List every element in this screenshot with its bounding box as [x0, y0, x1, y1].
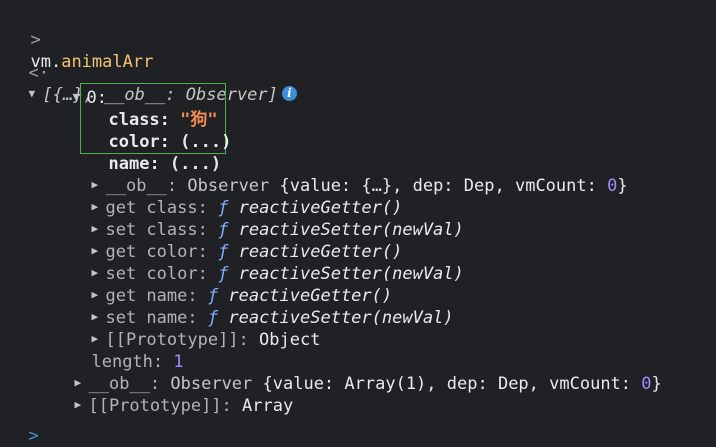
accessor-row[interactable]: ▶ set color: ƒ reactiveSetter(newVal): [71, 241, 463, 284]
accessor-row[interactable]: ▶ get name: ƒ reactiveGetter(): [71, 263, 392, 306]
length-row: length: 1: [91, 352, 184, 372]
info-icon[interactable]: i: [281, 85, 297, 101]
prop-row-color[interactable]: color: (...): [88, 109, 231, 152]
expand-triangle-icon[interactable]: ▼: [28, 83, 42, 105]
accessor-row[interactable]: ▶ get class: ƒ reactiveGetter(): [71, 175, 402, 218]
console-input-line[interactable]: > vm.animalArr: [10, 7, 153, 72]
accessor-row[interactable]: ▶ get color: ƒ reactiveGetter(): [71, 219, 402, 262]
array-prototype-row[interactable]: ▶ [[Prototype]]: Array: [54, 373, 293, 416]
prop-row-class[interactable]: class: "狗": [88, 87, 217, 130]
item-prototype-row[interactable]: ▶ [[Prototype]]: Object: [71, 307, 320, 350]
console-next-prompt[interactable]: >: [8, 403, 38, 446]
item-ob-row[interactable]: ▶ __ob__: Observer {value: {…}, dep: Dep,…: [71, 153, 627, 196]
collapsed-triangle-icon[interactable]: ▶: [74, 394, 88, 416]
array-ob-row[interactable]: ▶ __ob__: Observer {value: Array(1), dep:…: [54, 351, 661, 394]
prompt-chevron-icon: >: [28, 426, 39, 446]
result-arrow-icon: <·: [28, 63, 49, 83]
accessor-row[interactable]: ▶ set class: ƒ reactiveSetter(newVal): [71, 197, 463, 240]
console-result-line[interactable]: <· ▼ [{…}, __ob__: Observer] i: [8, 40, 297, 105]
accessor-row[interactable]: ▶ set name: ƒ reactiveSetter(newVal): [71, 285, 453, 328]
prop-row-name[interactable]: name: (...): [88, 131, 221, 174]
